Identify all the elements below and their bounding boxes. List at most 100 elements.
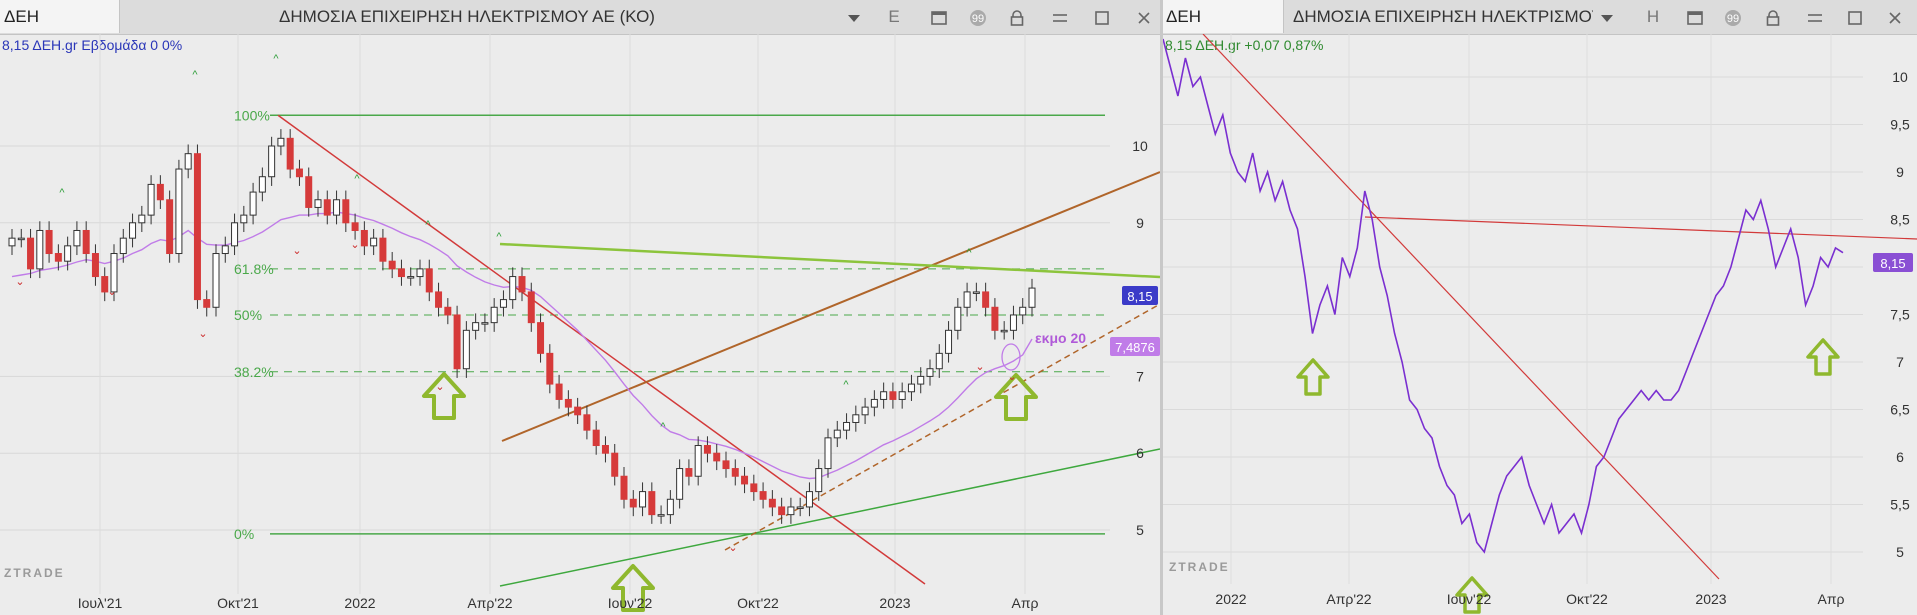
candle	[620, 475, 628, 500]
window-icon	[931, 7, 947, 26]
low-marker: ⌄	[292, 245, 301, 257]
up-arrow	[1296, 358, 1330, 396]
candle	[546, 352, 554, 385]
right-minimize-button[interactable]	[1801, 0, 1829, 33]
candle	[509, 276, 517, 301]
right-symbol-field[interactable]: ΔΕΗ	[1163, 0, 1284, 33]
low-marker: ⌄	[1007, 371, 1016, 383]
candle	[843, 421, 851, 431]
left-close-button[interactable]	[1130, 0, 1158, 33]
candle	[768, 498, 776, 508]
x-tick-label: Οκτ'22	[737, 595, 779, 611]
window-icon	[1687, 7, 1703, 26]
low-marker: ⌄	[107, 286, 116, 298]
candle	[231, 222, 239, 247]
candle	[360, 229, 368, 247]
candle	[490, 306, 498, 324]
lock-icon	[1010, 7, 1024, 26]
fib-label: 61.8%	[234, 261, 274, 277]
left-lock-button[interactable]	[1003, 0, 1031, 33]
ema-line	[11, 211, 1033, 480]
candle	[527, 291, 535, 324]
right-period-button[interactable]: H	[1639, 0, 1667, 33]
candle	[425, 268, 433, 293]
left-minimize-button[interactable]	[1046, 0, 1074, 33]
candle	[138, 214, 146, 224]
low-marker: ⌄	[728, 542, 737, 554]
y-tick-label: 6	[1896, 449, 1904, 465]
x-tick-label: Απρ	[1012, 595, 1039, 611]
left-window-title[interactable]: ΔΗΜΟΣΙΑ ΕΠΙΧΕΙΡΗΣΗ ΗΛΕΚΤΡΙΣΜΟΥ ΑΕ (ΚΟ)	[122, 0, 812, 33]
right-close-button[interactable]	[1881, 0, 1909, 33]
candle	[945, 329, 953, 354]
candle	[694, 445, 702, 477]
candle	[796, 506, 804, 509]
x-tick-label: 2022	[1215, 591, 1246, 607]
candle	[731, 468, 739, 477]
chevron-down-icon	[1600, 7, 1614, 26]
candle	[54, 253, 62, 262]
candle	[268, 145, 276, 178]
last-price-badge: 8,15	[1127, 289, 1152, 304]
candle	[685, 468, 693, 477]
candle	[91, 253, 99, 278]
candle	[592, 429, 600, 447]
y-tick-label: 6	[1136, 445, 1144, 461]
candle	[1019, 306, 1027, 316]
candle	[203, 299, 211, 308]
candle	[991, 306, 999, 331]
candle	[8, 237, 16, 247]
right-dropdown-button[interactable]	[1593, 0, 1621, 33]
candle	[907, 383, 915, 393]
candle	[277, 137, 285, 147]
candle	[314, 199, 322, 208]
right-quote-button[interactable]: 99	[1719, 0, 1747, 33]
downtrend-line	[1202, 34, 1720, 580]
x-tick-label: Απρ'22	[467, 595, 512, 611]
quote-icon: 99	[1724, 7, 1742, 26]
candle	[1000, 329, 1008, 333]
candle	[351, 222, 359, 231]
low-marker: ⌄	[975, 361, 984, 373]
candle	[629, 498, 637, 508]
right-line-chart[interactable]: 109,598,587,576,565,558,152022Απρ'22Ιουν…	[1163, 34, 1917, 615]
candle	[333, 199, 341, 216]
resistance-line	[499, 242, 1160, 279]
candle	[982, 291, 990, 308]
x-tick-label: Οκτ'21	[217, 595, 259, 611]
candle	[815, 468, 823, 493]
candle	[898, 391, 906, 400]
candle	[323, 199, 331, 216]
right-window-title[interactable]: ΔΗΜΟΣΙΑ ΕΠΙΧΕΙΡΗΣΗ ΗΛΕΚΤΡΙΣΜΟΥ ΑΕ	[1285, 0, 1593, 33]
right-lock-button[interactable]	[1759, 0, 1787, 33]
candle	[129, 222, 137, 239]
left-maximize-button[interactable]	[1088, 0, 1116, 33]
low-marker: ⌄	[15, 276, 24, 288]
x-tick-label: Απρ'22	[1326, 591, 1371, 607]
right-maximize-button[interactable]	[1841, 0, 1869, 33]
y-tick-label: 9	[1896, 164, 1904, 180]
candle	[193, 153, 201, 301]
candle	[676, 468, 684, 500]
candle	[889, 391, 897, 400]
x-tick-label: 2023	[879, 595, 910, 611]
left-chart-type-button[interactable]	[925, 0, 953, 33]
candle	[64, 245, 72, 262]
left-candlestick-chart[interactable]: 100% 61.8% 50% 38.2% 0% ⌄ ⌄ ⌄ ⌄ ⌄ ⌄ ⌄ ⌄ ⌄ ^ ^ ^ ^ ^ ^ ^ ^ ^ εκμ…	[0, 34, 1160, 615]
candle	[370, 237, 378, 247]
candle	[518, 276, 526, 293]
candle	[73, 229, 81, 247]
close-icon	[1138, 7, 1150, 26]
candle	[175, 168, 183, 255]
left-symbol-field[interactable]: ΔΕΗ	[0, 0, 120, 33]
candle	[286, 137, 294, 170]
left-dropdown-button[interactable]	[840, 0, 868, 33]
left-quote-button[interactable]: 99	[964, 0, 992, 33]
high-marker: ^	[354, 173, 360, 185]
candle	[212, 253, 220, 308]
left-period-button[interactable]: E	[880, 0, 908, 33]
candle	[1009, 314, 1017, 331]
y-tick-label: 6,5	[1890, 402, 1910, 418]
x-tick-label: Απρ	[1818, 591, 1845, 607]
right-chart-type-button[interactable]	[1681, 0, 1709, 33]
